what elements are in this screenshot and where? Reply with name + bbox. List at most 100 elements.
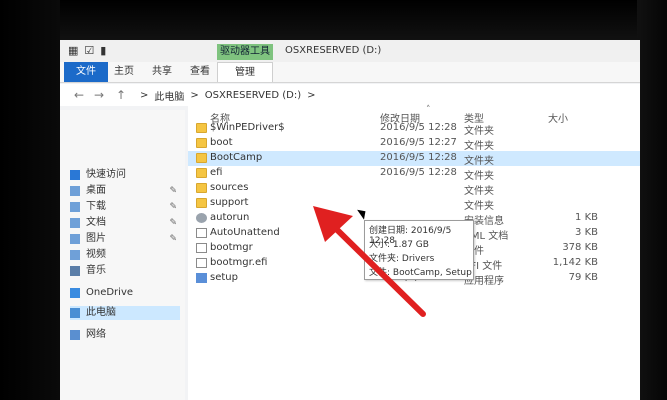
folder-icon [196,153,207,163]
sidebar-item-label: 图片 [86,233,106,244]
file-date: 2016/9/5 12:28 [380,152,457,163]
file-size: 1 KB [575,212,598,223]
breadcrumb-drive[interactable]: OSXRESERVED (D:) [205,90,301,101]
sidebar-item-label: 桌面 [86,185,106,196]
monitor-bezel-right [637,0,667,400]
breadcrumb-sep: > [307,90,316,101]
red-arrow-annotation [313,206,426,317]
sidebar-item-0[interactable]: 快速访问 [70,168,180,182]
breadcrumb-this-pc[interactable]: 此电脑 [154,88,184,103]
file-name: boot [210,137,233,148]
desktop-icon [70,186,80,196]
table-row[interactable]: $WinPEDriver$ 2016/9/5 12:28 文件夹 [188,121,640,137]
pin-icon[interactable]: ✎ [169,184,177,198]
navigation-pane: 快速访问桌面 ✎ 下载 ✎ 文档 ✎ 图片 ✎ 视频音乐 OneDrive 此电脑网络 [60,110,185,400]
tab-manage[interactable]: 管理 [217,62,273,82]
network-icon [70,330,80,340]
download-icon [70,202,80,212]
file-date: 2016/9/5 12:28 [380,167,457,178]
tab-view[interactable]: 查看 [190,62,210,82]
drive-tools-context-tab[interactable]: 驱动器工具 [217,44,273,60]
tab-share[interactable]: 共享 [152,62,172,82]
this-pc-icon [70,308,80,318]
folder-icon [196,198,207,208]
file-name: efi [210,167,223,178]
videos-icon [70,250,80,260]
file-explorer-window: ▦ ☑ ▮ 驱动器工具 OSXRESERVED (D:) 文件 主页 共享 查看… [60,40,640,400]
pictures-icon [70,234,80,244]
sidebar-item-label: 文档 [86,217,106,228]
folder-icon [196,183,207,193]
file-name: autorun [210,212,250,223]
table-row[interactable]: boot 2016/9/5 12:27 文件夹 [188,136,640,152]
sidebar-item-label: 音乐 [86,265,106,276]
forward-icon[interactable]: → [94,88,104,102]
file-name: BootCamp [210,152,263,163]
table-row[interactable]: sources 文件夹 [188,181,640,197]
new-folder-icon[interactable]: ▮ [100,44,106,57]
file-type: 文件夹 [464,171,494,182]
star-icon [70,170,80,180]
sidebar-item-label: 网络 [86,329,106,340]
pin-icon[interactable]: ✎ [169,216,177,230]
quick-access-toolbar: ▦ ☑ ▮ [68,44,106,57]
tab-file[interactable]: 文件 [64,62,108,82]
sidebar-item-label: 此电脑 [86,307,116,318]
pin-icon[interactable]: ✎ [169,232,177,246]
sidebar-item-label: 快速访问 [86,169,126,180]
sidebar-item-7[interactable]: OneDrive [70,286,180,300]
settings-file-icon [196,213,207,223]
ribbon-tabs: 文件 主页 共享 查看 管理 [60,62,640,83]
table-row[interactable]: efi 2016/9/5 12:28 文件夹 [188,166,640,182]
sidebar-item-8[interactable]: 此电脑 [70,306,180,320]
file-type: 文件夹 [464,186,494,197]
sidebar-item-3[interactable]: 文档 ✎ [70,216,180,230]
documents-icon [70,218,80,228]
file-size: 3 KB [575,227,598,238]
address-bar: ← → ↑ > 此电脑 > OSXRESERVED (D:) > [60,84,640,106]
file-type: 文件夹 [464,141,494,152]
file-name: sources [210,182,249,193]
sidebar-item-label: 下载 [86,201,106,212]
sidebar-item-9[interactable]: 网络 [70,328,180,342]
file-size: 1,142 KB [552,257,598,268]
file-icon [196,258,207,268]
sidebar-item-label: OneDrive [86,287,134,298]
sidebar-item-2[interactable]: 下载 ✎ [70,200,180,214]
file-name: $WinPEDriver$ [210,122,285,133]
onedrive-icon [70,288,80,298]
sidebar-item-1[interactable]: 桌面 ✎ [70,184,180,198]
file-icon [196,243,207,253]
sidebar-item-label: 视频 [86,249,106,260]
up-icon[interactable]: ↑ [116,88,126,102]
window-title: OSXRESERVED (D:) [285,45,382,56]
table-row[interactable]: BootCamp 2016/9/5 12:28 文件夹 [188,151,640,167]
back-icon[interactable]: ← [74,88,84,102]
checkbox-icon[interactable]: ☑ [84,44,94,57]
file-size: 378 KB [562,242,598,253]
tab-home[interactable]: 主页 [114,62,134,82]
folder-icon [196,168,207,178]
monitor-bezel-left [0,0,60,400]
file-icon [196,228,207,238]
breadcrumb-sep: > [140,90,149,101]
application-icon [196,273,207,283]
pin-icon[interactable]: ✎ [169,200,177,214]
file-name: setup [210,272,238,283]
sidebar-item-6[interactable]: 音乐 [70,264,180,278]
monitor-bezel-top [0,0,667,40]
file-name: AutoUnattend [210,227,280,238]
file-name: support [210,197,249,208]
properties-icon[interactable]: ▦ [68,44,78,57]
sidebar-item-4[interactable]: 图片 ✎ [70,232,180,246]
music-icon [70,266,80,276]
file-date: 2016/9/5 12:27 [380,137,457,148]
file-type: 文件夹 [464,201,494,212]
folder-icon [196,138,207,148]
title-bar: ▦ ☑ ▮ 驱动器工具 OSXRESERVED (D:) [60,40,640,62]
file-date: 2016/9/5 12:28 [380,122,457,133]
file-type: 文件夹 [464,126,494,137]
breadcrumb[interactable]: > 此电脑 > OSXRESERVED (D:) > [140,88,316,103]
file-name: bootmgr.efi [210,257,268,268]
sidebar-item-5[interactable]: 视频 [70,248,180,262]
